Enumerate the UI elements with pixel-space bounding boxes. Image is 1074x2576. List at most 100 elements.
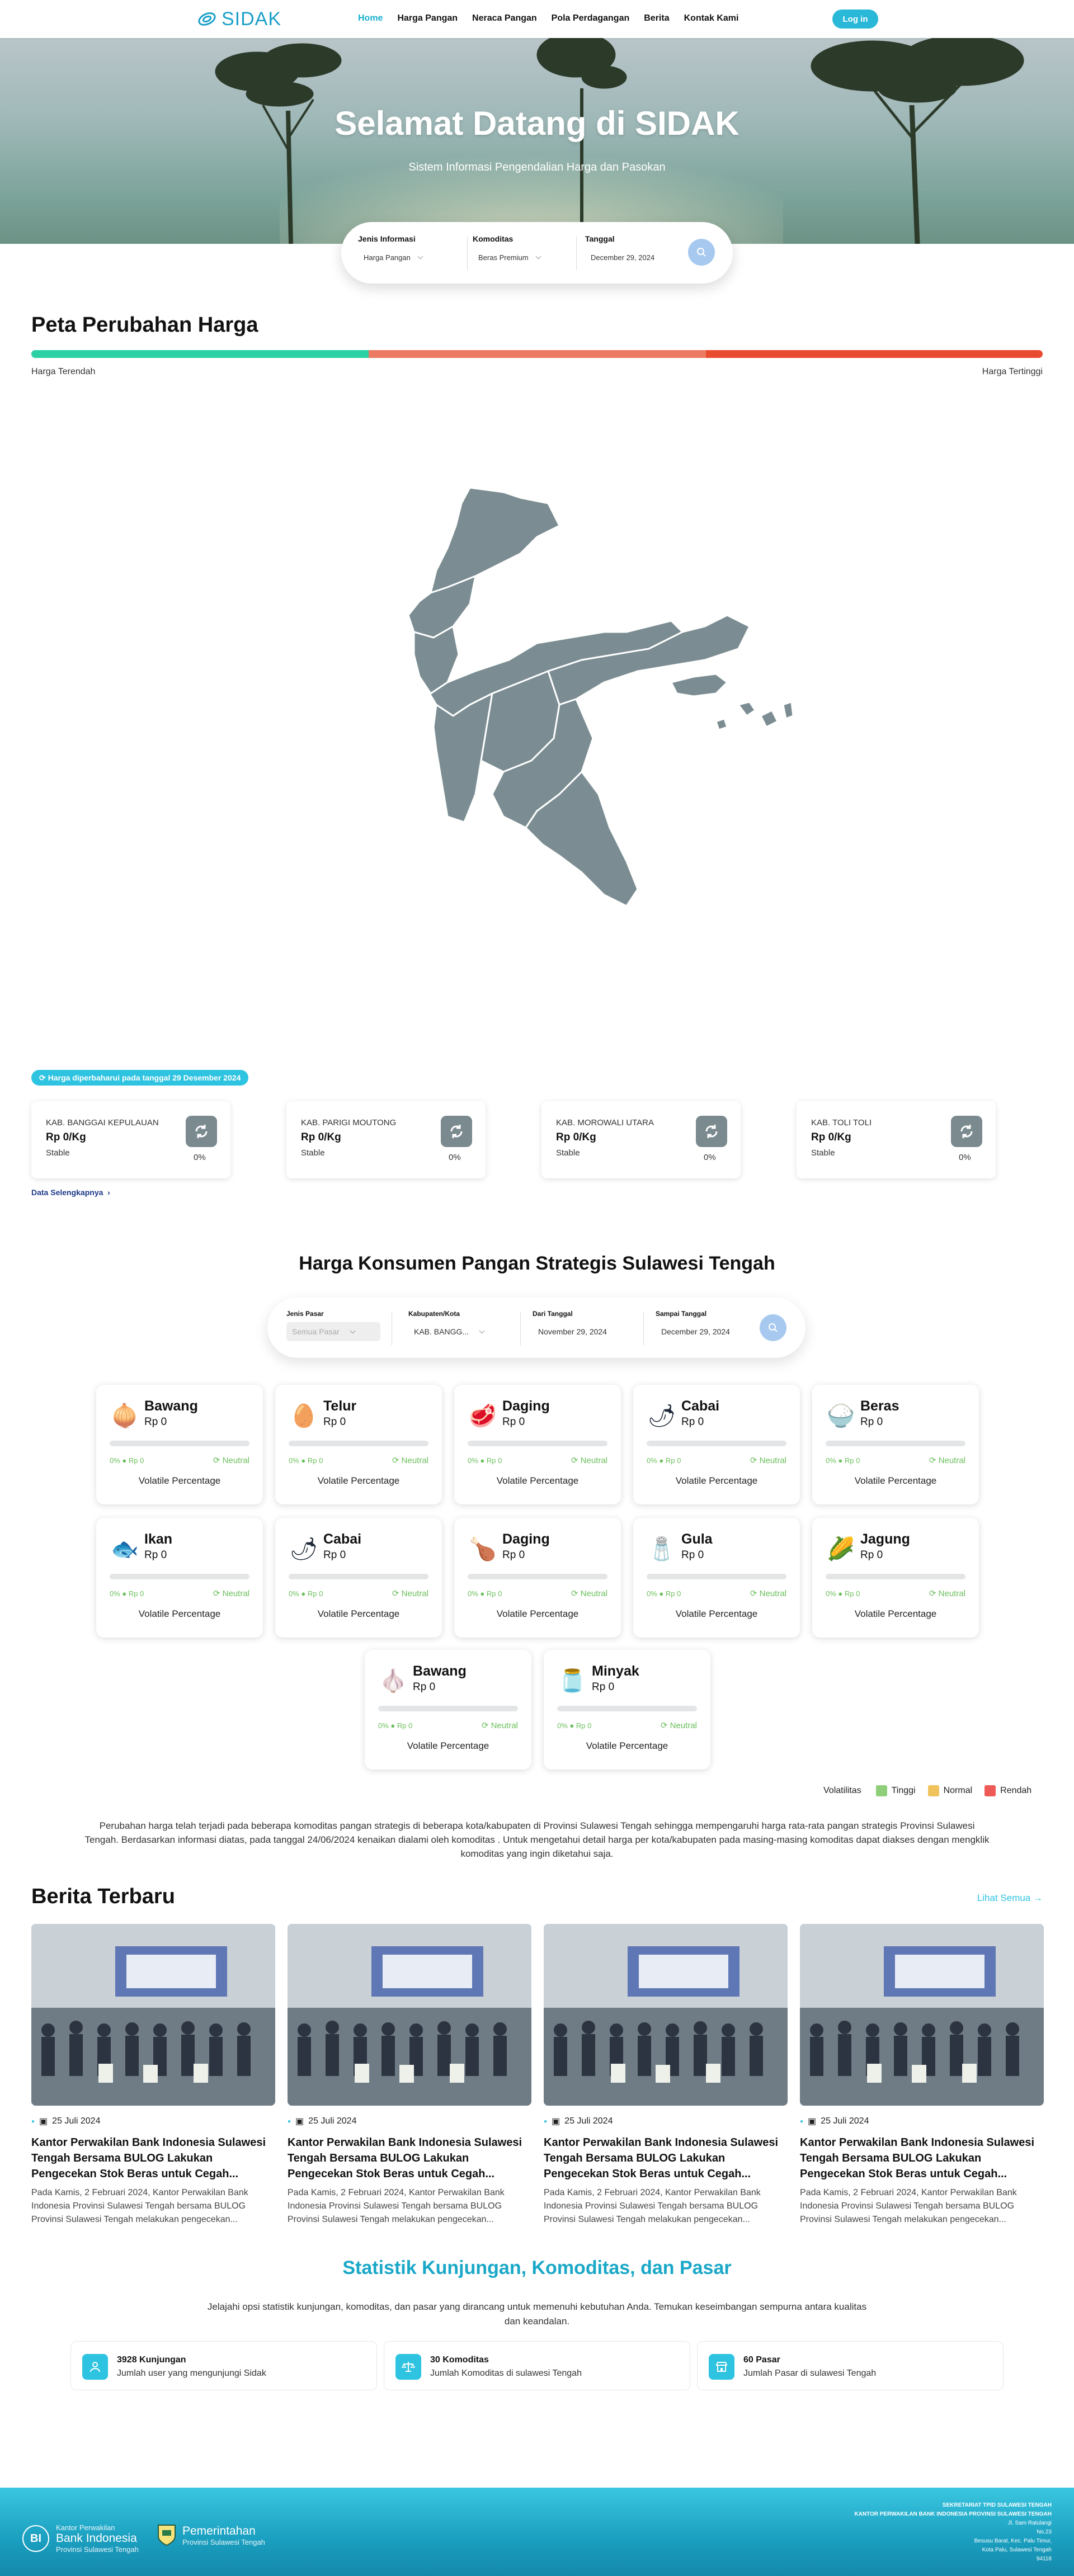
- news-image[interactable]: [31, 1924, 275, 2106]
- kabupaten-value: KAB. BANGG...: [414, 1327, 469, 1336]
- menu-berita[interactable]: Berita: [644, 13, 669, 23]
- news-desc: Pada Kamis, 2 Februari 2024, Kantor Perw…: [544, 2188, 761, 2224]
- search-button[interactable]: [688, 239, 715, 266]
- data-selengkapnya-link[interactable]: Data Selengkapnya ›: [31, 1188, 110, 1197]
- commodity-card[interactable]: 🍚 Beras Rp 0 0% ● Rp 0 ⟳ Neutral Volatile Per…: [812, 1385, 979, 1504]
- bullet-icon: ●: [544, 2118, 548, 2125]
- menu-kontak-kami[interactable]: Kontak Kami: [684, 13, 739, 23]
- commodity-icon: 🧂: [648, 1536, 676, 1561]
- komoditas-field[interactable]: Komoditas Beras Premium: [473, 234, 541, 262]
- metric-rp: Rp 0: [665, 1456, 681, 1465]
- metric-rp: Rp 0: [307, 1589, 323, 1598]
- kabupaten-select[interactable]: KAB. BANGG...: [414, 1322, 485, 1341]
- news-image[interactable]: [800, 1924, 1044, 2106]
- commodity-card[interactable]: 🌶 Cabai Rp 0 0% ● Rp 0 ⟳ Neutral Volatile Per…: [275, 1518, 442, 1638]
- divider: [467, 237, 468, 270]
- volatility-bar: [110, 1574, 249, 1579]
- commodity-card[interactable]: 🫙 Minyak Rp 0 0% ● Rp 0 ⟳ Neutral Volatile Pe…: [544, 1650, 710, 1770]
- menu-home[interactable]: Home: [358, 13, 383, 23]
- scale-icon: [395, 2354, 421, 2380]
- neutral-label: Neutral: [491, 1721, 518, 1730]
- calendar-icon: ▣: [808, 2117, 817, 2126]
- news-card[interactable]: ● ▣ 25 Juli 2024 Kantor Perwakilan Bank Ind…: [800, 1924, 1044, 2226]
- commodity-card[interactable]: 🍗 Daging Rp 0 0% ● Rp 0 ⟳ Neutral Volatile Pe…: [454, 1518, 621, 1638]
- tanggal-field[interactable]: Tanggal December 29, 2024: [585, 234, 654, 262]
- menu-pola-perdagangan[interactable]: Pola Perdagangan: [552, 13, 630, 23]
- neutral-label: Neutral: [938, 1456, 965, 1465]
- news-title[interactable]: Kantor Perwakilan Bank Indonesia Sulawes…: [31, 2135, 275, 2182]
- region-price-card[interactable]: KAB. TOLI TOLI Rp 0/Kg Stable 0%: [797, 1101, 996, 1178]
- stat-value: 30 Komoditas: [430, 2355, 489, 2365]
- metric-pct: 0%: [647, 1456, 657, 1465]
- commodity-card[interactable]: 🌶 Cabai Rp 0 0% ● Rp 0 ⟳ Neutral Volatile Per…: [633, 1385, 800, 1504]
- stat-desc: Jumlah Pasar di sulawesi Tengah: [743, 2369, 877, 2378]
- region-price-card[interactable]: KAB. MOROWALI UTARA Rp 0/Kg Stable 0%: [541, 1101, 741, 1178]
- menu-neraca-pangan[interactable]: Neraca Pangan: [472, 13, 537, 23]
- region-price: Rp 0/Kg: [811, 1131, 851, 1143]
- news-date: 25 Juli 2024: [564, 2116, 613, 2126]
- chevron-down-icon: [479, 1328, 485, 1333]
- volatility-bar: [647, 1441, 786, 1446]
- sidak-logo-icon: [198, 12, 216, 26]
- news-card[interactable]: ● ▣ 25 Juli 2024 Kantor Perwakilan Bank Ind…: [544, 1924, 788, 2226]
- neutral-label: Neutral: [580, 1456, 607, 1465]
- commodity-icon: 🧄: [379, 1668, 407, 1693]
- commodity-card[interactable]: 🧂 Gula Rp 0 0% ● Rp 0 ⟳ Neutral Volatile Perc…: [633, 1518, 800, 1638]
- chevron-down-icon: [535, 253, 541, 260]
- top-navbar: SIDAK Home Harga Pangan Neraca Pangan Po…: [0, 0, 1074, 38]
- news-card[interactable]: ● ▣ 25 Juli 2024 Kantor Perwakilan Bank Ind…: [288, 1924, 531, 2226]
- legend-rendah-swatch: [984, 1785, 996, 1796]
- hero-filter-bar: Jenis Informasi Harga Pangan Komoditas B…: [341, 222, 733, 284]
- sulawesi-tengah-map[interactable]: [336, 481, 817, 962]
- neutral-icon: ⟳: [213, 1589, 220, 1598]
- region-price-card[interactable]: KAB. BANGGAI KEPULAUAN Rp 0/Kg Stable 0%: [31, 1101, 230, 1178]
- volatility-legend-title: Volatilitas: [823, 1786, 861, 1795]
- pemerintah-logo: Pemerintahan Provinsi Sulawesi Tengah: [157, 2523, 265, 2547]
- neutral-indicator: ⟳ Neutral: [213, 1455, 249, 1465]
- jenis-informasi-field[interactable]: Jenis Informasi Harga Pangan: [358, 234, 423, 262]
- region-percentage: 0%: [704, 1153, 716, 1162]
- neutral-label: Neutral: [580, 1589, 607, 1598]
- commodity-card[interactable]: 🌽 Jagung Rp 0 0% ● Rp 0 ⟳ Neutral Volatile Pe…: [812, 1518, 979, 1638]
- neutral-label: Neutral: [759, 1456, 786, 1465]
- news-title[interactable]: Kantor Perwakilan Bank Indonesia Sulawes…: [800, 2135, 1044, 2182]
- news-card[interactable]: ● ▣ 25 Juli 2024 Kantor Perwakilan Bank Ind…: [31, 1924, 275, 2226]
- volatile-percentage-label: Volatile Percentage: [317, 1608, 400, 1619]
- news-image[interactable]: [544, 1924, 788, 2106]
- news-image[interactable]: [288, 1924, 531, 2106]
- jenis-pasar-select[interactable]: Semua Pasar: [286, 1322, 380, 1341]
- commodity-name: Gula: [681, 1531, 713, 1547]
- neutral-indicator: ⟳ Neutral: [571, 1588, 607, 1598]
- commodity-card[interactable]: 🧅 Bawang Rp 0 0% ● Rp 0 ⟳ Neutral Volatile Pe…: [96, 1385, 263, 1504]
- news-title[interactable]: Kantor Perwakilan Bank Indonesia Sulawes…: [544, 2135, 788, 2182]
- volatile-percentage-label: Volatile Percentage: [675, 1475, 758, 1486]
- chevron-down-icon: [417, 253, 423, 260]
- footer-line: 94118: [1036, 2556, 1052, 2562]
- bullet-icon: ●: [288, 2118, 291, 2125]
- commodity-search-button[interactable]: [760, 1314, 786, 1341]
- commodity-card[interactable]: 🥩 Daging Rp 0 0% ● Rp 0 ⟳ Neutral Volatile Pe…: [454, 1385, 621, 1504]
- commodity-card[interactable]: 🐟 Ikan Rp 0 0% ● Rp 0 ⟳ Neutral Volatile Perc…: [96, 1518, 263, 1638]
- price-scale-mid: [369, 350, 706, 358]
- dari-tanggal-input[interactable]: November 29, 2024: [538, 1322, 607, 1341]
- jenis-informasi-value: Harga Pangan: [364, 253, 411, 262]
- news-date: 25 Juli 2024: [52, 2116, 101, 2126]
- login-button[interactable]: Log in: [832, 10, 878, 29]
- commodity-name: Bawang: [413, 1663, 467, 1679]
- volatile-percentage-label: Volatile Percentage: [854, 1608, 937, 1619]
- volatile-percentage-label: Volatile Percentage: [138, 1608, 221, 1619]
- commodity-card[interactable]: 🧄 Bawang Rp 0 0% ● Rp 0 ⟳ Neutral Volatile Pe…: [365, 1650, 531, 1770]
- price-scale-low: [31, 350, 369, 358]
- menu-harga-pangan[interactable]: Harga Pangan: [397, 13, 458, 23]
- bi-small-label: Kantor Perwakilan: [56, 2523, 115, 2532]
- news-title[interactable]: Kantor Perwakilan Bank Indonesia Sulawes…: [288, 2135, 531, 2182]
- lihat-semua-link[interactable]: Lihat Semua →: [973, 1893, 1043, 1904]
- region-price-card[interactable]: KAB. PARIGI MOUTONG Rp 0/Kg Stable 0%: [286, 1101, 486, 1178]
- stat-desc: Jumlah user yang mengunjungi Sidak: [117, 2369, 266, 2378]
- neutral-label: Neutral: [401, 1456, 428, 1465]
- neutral-label: Neutral: [222, 1456, 249, 1465]
- sidak-logo[interactable]: SIDAK: [196, 8, 281, 30]
- commodity-metrics: 0% ● Rp 0: [378, 1721, 413, 1730]
- commodity-card[interactable]: 🥚 Telur Rp 0 0% ● Rp 0 ⟳ Neutral Volatile Per…: [275, 1385, 442, 1504]
- sampai-tanggal-input[interactable]: December 29, 2024: [661, 1322, 730, 1341]
